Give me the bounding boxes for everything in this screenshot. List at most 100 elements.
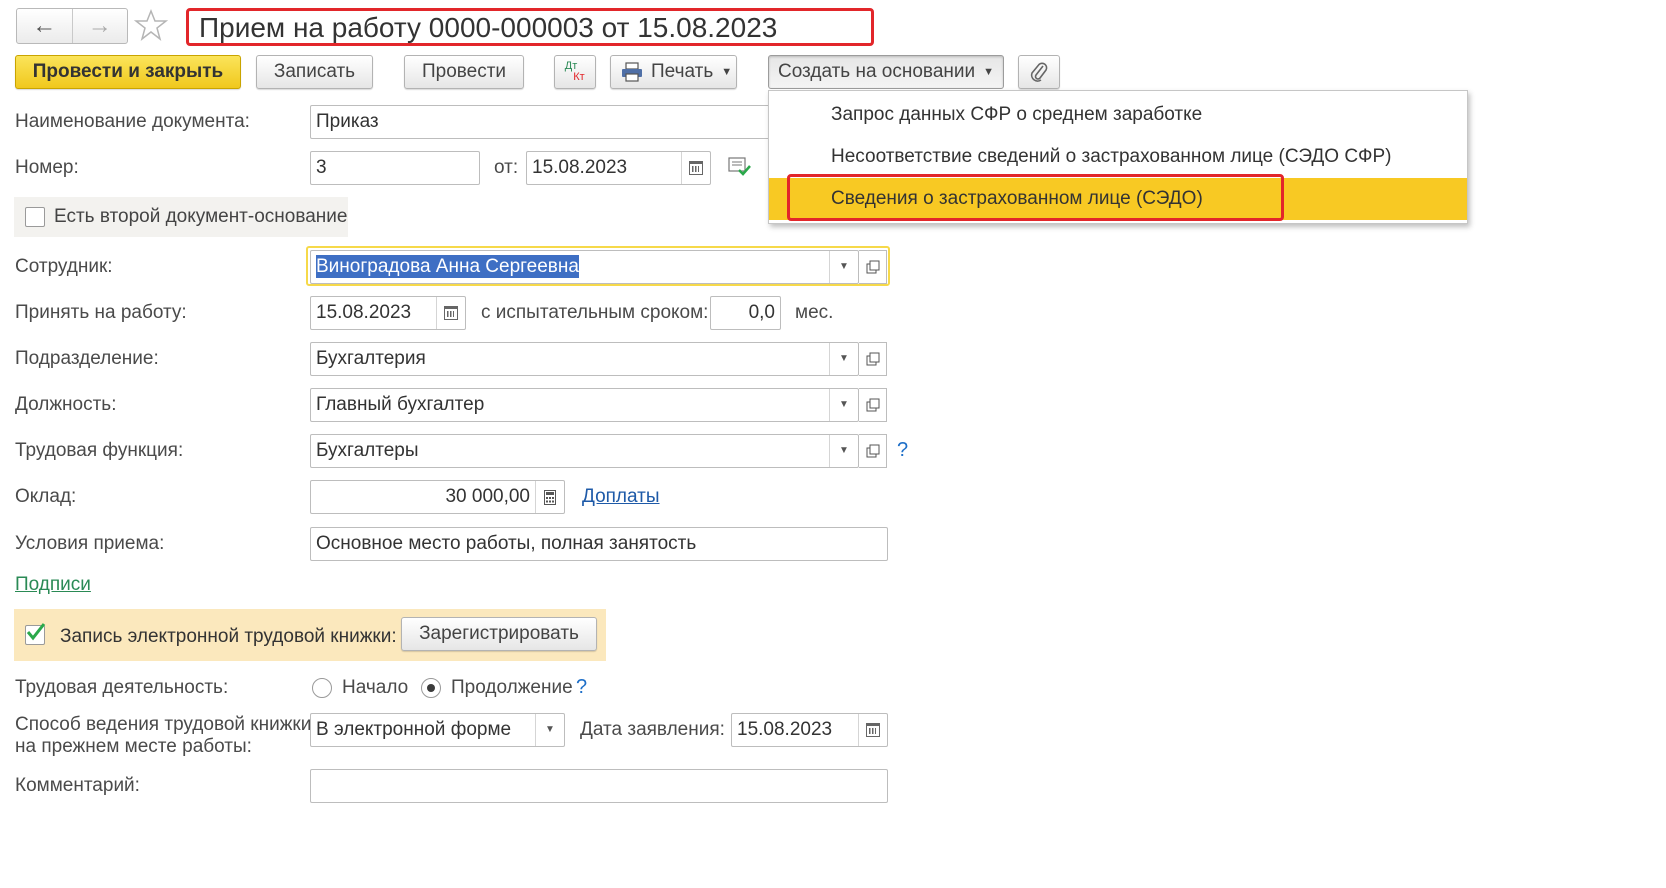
position-field[interactable]: Главный бухгалтер ▼ xyxy=(310,388,859,422)
department-value: Бухгалтерия xyxy=(316,348,426,369)
number-field[interactable]: 3 xyxy=(310,151,480,185)
application-date-label: Дата заявления: xyxy=(580,719,725,740)
position-label: Должность: xyxy=(15,394,117,415)
application-date-value: 15.08.2023 xyxy=(737,719,833,740)
conditions-label: Условия приема: xyxy=(15,533,165,554)
chevron-down-icon: ▼ xyxy=(545,724,555,735)
employee-label: Сотрудник: xyxy=(15,256,113,277)
workbook-dropdown-button[interactable]: ▼ xyxy=(535,714,564,746)
calendar-icon xyxy=(444,306,458,320)
register-button[interactable]: Зарегистрировать xyxy=(401,617,597,651)
radio-start-label: Начало xyxy=(342,677,409,698)
post-and-close-button[interactable]: Провести и закрыть xyxy=(15,55,241,89)
workbook-value: В электронной форме xyxy=(316,719,512,740)
hire-label: Принять на работу: xyxy=(15,302,187,323)
arrow-right-icon: → xyxy=(87,12,112,39)
workbook-label-line2: на прежнем месте работы: xyxy=(15,736,252,757)
employee-dropdown-button[interactable]: ▼ xyxy=(829,251,858,283)
workbook-label-line1: Способ ведения трудовой книжки xyxy=(15,714,312,735)
probation-field[interactable]: 0,0 xyxy=(710,296,781,330)
salary-field[interactable]: 30 000,00 xyxy=(310,480,565,514)
labor-function-value: Бухгалтеры xyxy=(316,440,419,461)
salary-label: Оклад: xyxy=(15,486,77,507)
check-document-icon[interactable] xyxy=(728,156,752,178)
forward-button[interactable]: → xyxy=(71,9,128,43)
paperclip-icon xyxy=(1030,62,1048,82)
signatures-link[interactable]: Подписи xyxy=(15,573,91,597)
position-value: Главный бухгалтер xyxy=(316,394,485,415)
hire-date-field[interactable]: 15.08.2023 xyxy=(310,296,466,330)
probation-unit: мес. xyxy=(795,302,834,323)
etk-checkbox[interactable] xyxy=(25,623,46,645)
date-value: 15.08.2023 xyxy=(532,157,628,178)
application-date-field[interactable]: 15.08.2023 xyxy=(731,713,888,747)
workbook-field[interactable]: В электронной форме ▼ xyxy=(310,713,565,747)
radio-continue[interactable] xyxy=(421,678,441,698)
employee-value: Виноградова Анна Сергеевна xyxy=(316,255,579,278)
calendar-icon xyxy=(689,161,703,175)
employee-field[interactable]: Виноградова Анна Сергеевна ▼ xyxy=(310,250,859,284)
title-highlight: Прием на работу 0000-000003 от 15.08.202… xyxy=(186,8,874,46)
calendar-button[interactable] xyxy=(681,152,710,184)
page-title: Прием на работу 0000-000003 от 15.08.202… xyxy=(199,12,778,43)
labor-function-label: Трудовая функция: xyxy=(15,440,184,461)
dtkt-button[interactable]: Дт Кт xyxy=(554,55,596,89)
labor-function-dropdown-button[interactable]: ▼ xyxy=(829,435,858,467)
doc-name-field[interactable]: Приказ xyxy=(310,105,780,139)
dtkt-icon-bottom: Кт xyxy=(573,71,585,83)
chevron-down-icon: ▼ xyxy=(983,66,994,78)
labor-activity-help-icon[interactable]: ? xyxy=(576,675,587,699)
radio-start[interactable] xyxy=(312,678,332,698)
calendar-button[interactable] xyxy=(436,297,465,329)
calendar-button[interactable] xyxy=(858,714,887,746)
comment-field[interactable] xyxy=(310,769,888,803)
chevron-down-icon: ▼ xyxy=(839,261,849,272)
comment-label: Комментарий: xyxy=(15,775,140,796)
menu-item-insured-mismatch[interactable]: Несоответствие сведений о застрахованном… xyxy=(769,136,1467,178)
chevron-down-icon: ▼ xyxy=(839,445,849,456)
print-label: Печать xyxy=(651,61,714,82)
chevron-down-icon: ▼ xyxy=(839,353,849,364)
open-window-icon xyxy=(866,398,879,412)
checkmark-icon xyxy=(26,623,46,641)
department-field[interactable]: Бухгалтерия ▼ xyxy=(310,342,859,376)
menu-item-sfr-average-earnings[interactable]: Запрос данных СФР о среднем заработке xyxy=(769,94,1467,136)
printer-icon xyxy=(622,62,642,82)
create-based-on-button[interactable]: Создать на основании ▼ xyxy=(768,55,1004,89)
back-button[interactable]: ← xyxy=(17,9,72,43)
open-window-icon xyxy=(866,260,879,274)
department-open-button[interactable] xyxy=(859,342,887,376)
chevron-down-icon: ▼ xyxy=(721,66,733,78)
star-icon[interactable] xyxy=(133,8,169,42)
hire-date-value: 15.08.2023 xyxy=(316,302,412,323)
probation-label: с испытательным сроком: xyxy=(481,302,709,323)
calculator-button[interactable] xyxy=(535,481,564,513)
conditions-field[interactable]: Основное место работы, полная занятость xyxy=(310,527,888,561)
arrow-left-icon: ← xyxy=(32,12,57,39)
labor-function-field[interactable]: Бухгалтеры ▼ xyxy=(310,434,859,468)
open-window-icon xyxy=(866,444,879,458)
open-window-icon xyxy=(866,352,879,366)
labor-function-open-button[interactable] xyxy=(859,434,887,468)
radio-continue-label: Продолжение xyxy=(451,677,573,698)
second-doc-checkbox[interactable] xyxy=(25,207,45,227)
create-based-label: Создать на основании xyxy=(777,61,976,82)
print-button[interactable]: Печать ▼ xyxy=(610,55,737,89)
employee-open-button[interactable] xyxy=(859,250,887,284)
department-label: Подразделение: xyxy=(15,348,159,369)
position-dropdown-button[interactable]: ▼ xyxy=(829,389,858,421)
date-field[interactable]: 15.08.2023 xyxy=(526,151,711,185)
nav-buttons: ← → xyxy=(16,8,128,44)
position-open-button[interactable] xyxy=(859,388,887,422)
allowances-link[interactable]: Доплаты xyxy=(582,485,660,509)
menu-item-highlight xyxy=(787,174,1284,221)
save-button[interactable]: Записать xyxy=(256,55,373,89)
salary-value: 30 000,00 xyxy=(445,486,530,507)
calendar-icon xyxy=(866,723,880,737)
attach-button[interactable] xyxy=(1018,55,1060,89)
post-button[interactable]: Провести xyxy=(404,55,524,89)
labor-activity-label: Трудовая деятельность: xyxy=(15,677,229,698)
labor-function-help-icon[interactable]: ? xyxy=(897,438,908,462)
department-dropdown-button[interactable]: ▼ xyxy=(829,343,858,375)
number-label: Номер: xyxy=(15,157,79,178)
